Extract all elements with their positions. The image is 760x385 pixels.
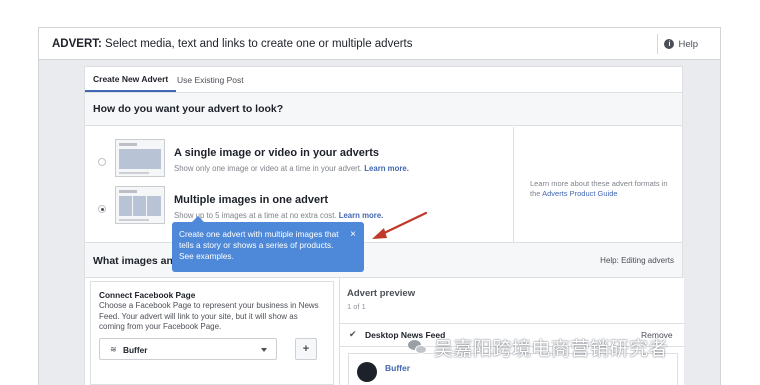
facebook-page-select[interactable]: ≋ Buffer (99, 338, 277, 360)
format-info-sidebar: Learn more about these advert formats in… (513, 127, 682, 242)
single-format-description: Show only one image or video at a time i… (174, 164, 409, 173)
chevron-down-icon (261, 348, 267, 352)
connect-page-card: Connect Facebook Page Choose a Facebook … (90, 281, 334, 385)
advert-preview-title: Advert preview (347, 288, 416, 299)
watermark: 吴嘉阳跨境电商营销研究者 (408, 337, 668, 360)
multiple-format-radio[interactable] (98, 205, 106, 213)
page-title-label: ADVERT: (52, 38, 102, 50)
multiple-format-description: Show up to 5 images at a time at no extr… (174, 211, 383, 220)
page-avatar (357, 362, 377, 382)
checkmark-icon: ✔ (349, 329, 357, 339)
connect-page-title: Connect Facebook Page (99, 290, 196, 300)
single-format-desc-text: Show only one image or video at a time i… (174, 164, 363, 173)
selected-page: Buffer (123, 345, 148, 355)
advert-preview-count: 1 of 1 (347, 302, 366, 311)
editing-adverts-help-link[interactable]: Help: Editing adverts (600, 256, 674, 265)
buffer-stack-icon: ≋ (110, 345, 117, 354)
tab-create-new-advert[interactable]: Create New Advert (85, 67, 177, 92)
advert-preview-card: Advert preview 1 of 1 ✔ Desktop News Fee… (339, 278, 685, 385)
single-format-learn-more-link[interactable]: Learn more. (364, 164, 409, 173)
tab-bar: Create New Advert Use Existing Post (85, 67, 682, 93)
multiple-format-title: Multiple images in one advert (174, 194, 329, 206)
preview-page-name[interactable]: Buffer (385, 363, 410, 373)
help-button[interactable]: i Help (657, 34, 706, 54)
format-section-header: How do you want your advert to look? (85, 93, 682, 126)
carousel-tooltip: Create one advert with multiple images t… (172, 216, 364, 272)
info-icon: i (664, 39, 675, 49)
tab-use-existing-post[interactable]: Use Existing Post (169, 67, 252, 92)
wechat-icon (408, 339, 428, 355)
single-image-thumbnail-icon (115, 139, 165, 177)
tooltip-text: Create one advert with multiple images t… (179, 229, 339, 261)
page-title: ADVERT: Select media, text and links to … (52, 38, 413, 50)
single-format-radio[interactable] (98, 158, 106, 166)
annotation-arrow-icon (372, 211, 428, 239)
single-format-title: A single image or video in your adverts (174, 147, 379, 159)
top-bar: ADVERT: Select media, text and links to … (39, 28, 720, 60)
images-section-title: What images and (93, 255, 180, 267)
carousel-thumbnail-icon (115, 186, 165, 224)
adverts-product-guide-link[interactable]: Adverts Product Guide (542, 189, 617, 198)
add-page-button[interactable]: + (295, 338, 317, 360)
format-option-single[interactable]: A single image or video in your adverts … (85, 135, 513, 185)
format-info-text: Learn more about these advert formats in… (530, 179, 680, 199)
watermark-text: 吴嘉阳跨境电商营销研究者 (434, 337, 669, 360)
close-icon[interactable]: × (350, 229, 356, 240)
help-label: Help (678, 38, 698, 50)
connect-page-description: Choose a Facebook Page to represent your… (99, 301, 319, 331)
page-title-text: Select media, text and links to create o… (101, 38, 413, 50)
format-section-title: How do you want your advert to look? (93, 103, 284, 115)
